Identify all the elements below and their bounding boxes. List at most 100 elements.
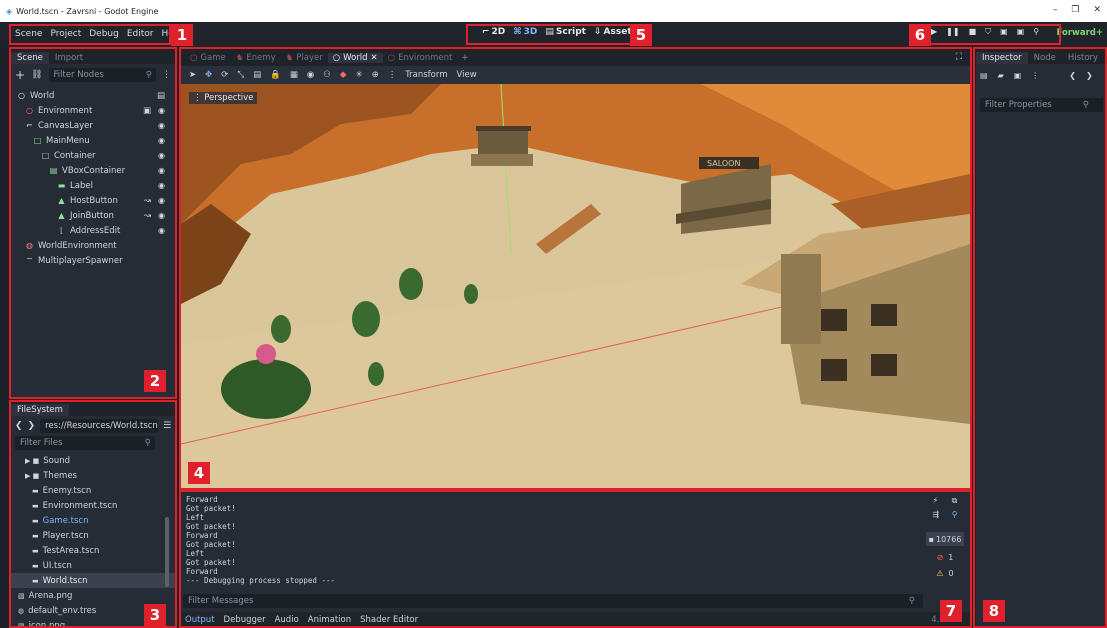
- tab-node[interactable]: Node: [1028, 52, 1062, 64]
- copy-icon[interactable]: ⧉: [952, 496, 958, 510]
- scene-node-environment[interactable]: ○ Environment ▣ ◉: [11, 103, 175, 118]
- collapse-icon[interactable]: ⇶: [932, 510, 939, 526]
- visibility-icon[interactable]: ◉: [158, 106, 165, 115]
- scene-node-multiplayerspawner[interactable]: ⌔ MultiplayerSpawner: [11, 253, 175, 268]
- file-item[interactable]: ▬ Player.tscn: [11, 528, 175, 543]
- bottom-tab-output[interactable]: Output: [185, 615, 215, 625]
- scene-node-addressedit[interactable]: ⌊ AddressEdit ◉: [11, 223, 175, 238]
- visibility-icon[interactable]: ◉: [158, 211, 165, 220]
- group-icon[interactable]: ▦: [290, 70, 298, 80]
- distraction-free-icon[interactable]: ⛶: [956, 52, 962, 62]
- list-icon[interactable]: ▤: [253, 70, 261, 80]
- bottom-tab-audio[interactable]: Audio: [275, 615, 299, 625]
- link-icon[interactable]: ⛓: [31, 70, 42, 80]
- scene-node-joinbutton[interactable]: ▲ JoinButton ↝ ◉: [11, 208, 175, 223]
- scene-node-label[interactable]: ▬ Label ◉: [11, 178, 175, 193]
- forward-icon[interactable]: ❯: [28, 421, 36, 431]
- gizmo-icon[interactable]: ⊕: [372, 70, 379, 80]
- menu-project[interactable]: Project: [50, 29, 81, 39]
- view-menu[interactable]: View: [456, 70, 476, 80]
- save-resource-icon[interactable]: ▣: [1014, 71, 1022, 80]
- bottom-tab-debugger[interactable]: Debugger: [224, 615, 266, 625]
- local-space-icon[interactable]: ◉: [307, 70, 314, 80]
- workspace-script-button[interactable]: ▤ Script: [545, 27, 586, 37]
- path-field[interactable]: res://Resources/World.tscn: [40, 419, 159, 433]
- tab-history[interactable]: History: [1062, 52, 1104, 64]
- new-resource-icon[interactable]: ▤: [980, 71, 988, 80]
- visibility-icon[interactable]: ◉: [158, 121, 165, 130]
- scene-tab-world[interactable]: ○ World ✕: [327, 53, 383, 63]
- tab-import[interactable]: Import: [49, 52, 89, 64]
- rotate-icon[interactable]: ⟳: [221, 70, 228, 80]
- node-badge-icon[interactable]: ↝: [144, 211, 151, 221]
- scene-node-canvaslayer[interactable]: ⌐ CanvasLayer ◉: [11, 118, 175, 133]
- menu-editor[interactable]: Editor: [127, 29, 154, 39]
- filter-nodes-input[interactable]: Filter Nodes ⚲: [48, 68, 156, 82]
- renderer-label[interactable]: Forward+: [1057, 28, 1103, 38]
- scene-node-container[interactable]: □ Container ◉: [11, 148, 175, 163]
- scene-tab-enemy[interactable]: ♞ Enemy: [231, 53, 281, 63]
- select-icon[interactable]: ➤: [189, 70, 196, 80]
- play-scene-icon[interactable]: ▣: [1000, 27, 1008, 37]
- scene-tab-game[interactable]: ○ Game: [185, 53, 231, 63]
- history-back-icon[interactable]: ❮: [1069, 71, 1076, 80]
- back-icon[interactable]: ❮: [15, 421, 23, 431]
- scene-tab-environment[interactable]: ○ Environment: [383, 53, 458, 63]
- sun-icon[interactable]: ◆: [340, 70, 347, 80]
- scene-node-worldenvironment[interactable]: ◍ WorldEnvironment: [11, 238, 175, 253]
- file-item[interactable]: ▶ ■ Sound: [11, 453, 175, 468]
- visibility-icon[interactable]: ◉: [158, 151, 165, 160]
- play-custom-icon[interactable]: ▣: [1017, 27, 1025, 37]
- message-counter[interactable]: ▪ 10766: [926, 532, 964, 546]
- node-badge-icon[interactable]: ▣: [143, 106, 151, 116]
- filter-properties-input[interactable]: Filter Properties ⚲: [980, 98, 1103, 112]
- transform-menu[interactable]: Transform: [405, 70, 447, 80]
- play-icon[interactable]: ▶: [931, 27, 937, 37]
- scene-tab-player[interactable]: ♞ Player: [281, 53, 328, 63]
- visibility-icon[interactable]: ◉: [158, 136, 165, 145]
- add-scene-tab-icon[interactable]: +: [457, 53, 468, 63]
- visibility-icon[interactable]: ◉: [158, 181, 165, 190]
- node-badge-icon[interactable]: ▤: [157, 91, 165, 101]
- file-item[interactable]: ▬ Enemy.tscn: [11, 483, 175, 498]
- workspace-3d-button[interactable]: ⌘ 3D: [513, 27, 537, 37]
- tab-filesystem[interactable]: FileSystem: [11, 404, 69, 416]
- menu-debug[interactable]: Debug: [89, 29, 119, 39]
- more-options-icon[interactable]: ⋮: [1031, 71, 1039, 80]
- file-item[interactable]: ▬ Game.tscn: [11, 513, 175, 528]
- visibility-icon[interactable]: ◉: [158, 196, 165, 205]
- close-tab-icon[interactable]: ✕: [371, 53, 378, 63]
- perspective-menu[interactable]: ⋮ Perspective: [189, 92, 258, 104]
- bottom-tab-animation[interactable]: Animation: [308, 615, 351, 625]
- tab-scene[interactable]: Scene: [11, 52, 49, 64]
- environment-icon[interactable]: ✳: [355, 70, 362, 80]
- history-forward-icon[interactable]: ❯: [1086, 71, 1093, 80]
- tab-inspector[interactable]: Inspector: [976, 52, 1028, 64]
- 3d-viewport[interactable]: SALOON ⋮ Perspective: [181, 84, 970, 488]
- warning-counter[interactable]: ⚠ 0: [926, 566, 964, 580]
- file-item[interactable]: ▬ World.tscn: [11, 573, 175, 588]
- maximize-button[interactable]: ❐: [1071, 5, 1079, 15]
- snap-icon[interactable]: ⚇: [323, 70, 331, 80]
- more-options-icon[interactable]: ⋮: [162, 70, 171, 80]
- filter-messages-input[interactable]: Filter Messages ⚲: [183, 594, 923, 608]
- error-counter[interactable]: ⊘ 1: [926, 550, 964, 564]
- file-item[interactable]: ▶ ■ Themes: [11, 468, 175, 483]
- pause-icon[interactable]: ❚❚: [946, 27, 959, 37]
- load-resource-icon[interactable]: ▰: [998, 71, 1004, 80]
- file-item[interactable]: ▬ TestArea.tscn: [11, 543, 175, 558]
- remote-debug-icon[interactable]: ⛉: [985, 27, 991, 37]
- node-badge-icon[interactable]: ↝: [144, 196, 151, 206]
- scene-node-vboxcontainer[interactable]: ▤ VBoxContainer ◉: [11, 163, 175, 178]
- movie-maker-icon[interactable]: ⚲: [1033, 27, 1039, 37]
- visibility-icon[interactable]: ◉: [158, 226, 165, 235]
- add-node-icon[interactable]: +: [15, 68, 25, 82]
- visibility-icon[interactable]: ◉: [158, 166, 165, 175]
- search-icon[interactable]: ⚲: [952, 510, 958, 526]
- scale-icon[interactable]: ⤡: [237, 70, 244, 80]
- move-icon[interactable]: ✥: [205, 70, 212, 80]
- scene-node-hostbutton[interactable]: ▲ HostButton ↝ ◉: [11, 193, 175, 208]
- scene-node-world[interactable]: ○ World ▤: [11, 88, 175, 103]
- more-icon[interactable]: ⋮: [388, 70, 397, 80]
- filter-files-input[interactable]: Filter Files ⚲: [15, 436, 155, 450]
